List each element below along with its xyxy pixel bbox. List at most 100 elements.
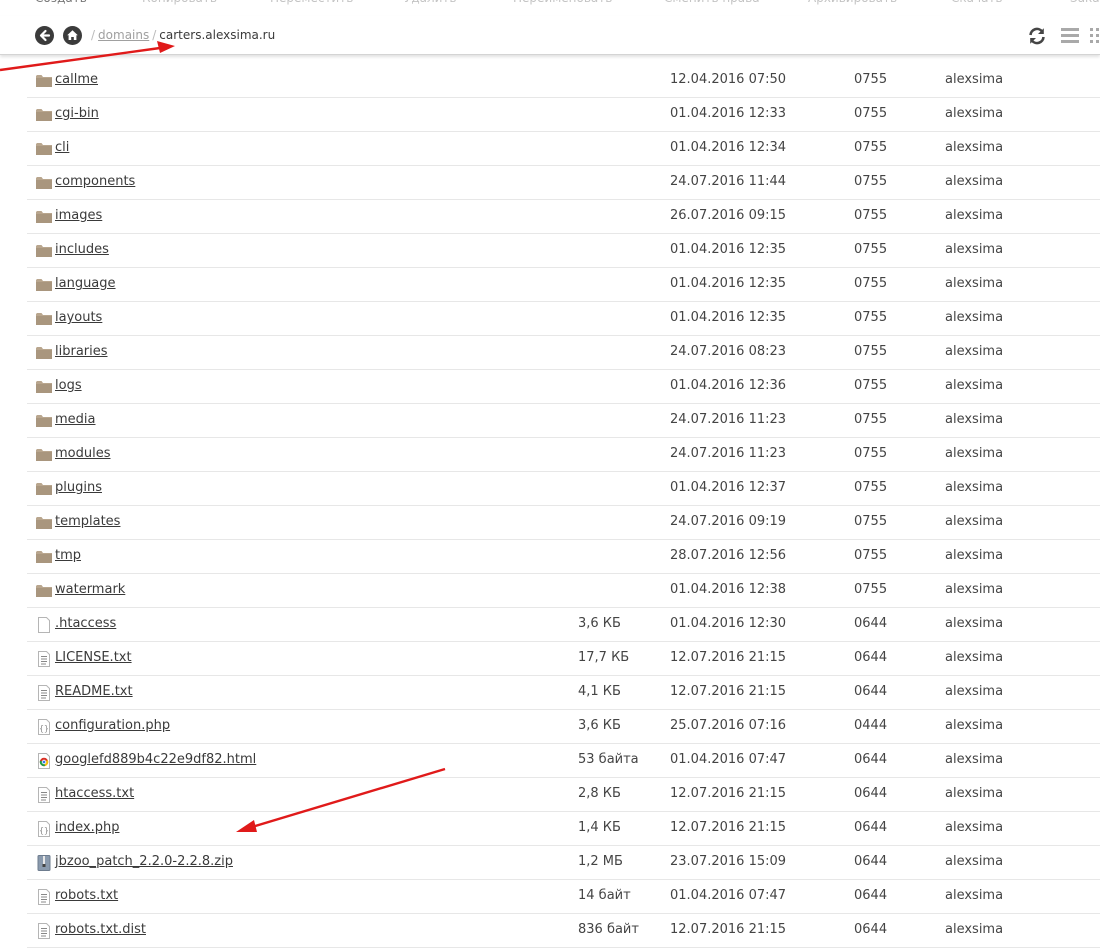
file-name-link[interactable]: watermark [55,582,125,597]
list-view-button[interactable] [1061,27,1081,49]
file-permissions: 0644 [854,616,888,631]
file-row[interactable]: googlefd889b4c22e9df82.html 53 байта 01.04… [27,744,1100,778]
file-name-link[interactable]: robots.txt.dist [55,922,146,937]
top-menu-item[interactable]: Создать [35,0,87,5]
refresh-button[interactable] [1027,26,1047,50]
file-name-link[interactable]: configuration.php [55,718,170,733]
file-name-link[interactable]: callme [55,72,98,87]
home-button[interactable] [63,26,82,45]
file-permissions: 0755 [854,140,888,155]
file-name-link[interactable]: jbzoo_patch_2.2.0-2.2.8.zip [55,854,233,869]
file-owner: alexsima [945,514,1004,529]
top-menu-item[interactable]: Удалить [404,0,457,5]
file-permissions: 0644 [854,786,888,801]
file-owner: alexsima [945,140,1004,155]
file-name-link[interactable]: googlefd889b4c22e9df82.html [55,752,256,767]
file-owner: alexsima [945,378,1004,393]
file-name-link[interactable]: robots.txt [55,888,118,903]
file-row[interactable]: cgi-bin 01.04.2016 12:33 0755 alexsima [27,98,1100,132]
top-menu-item[interactable]: Архивировать [808,0,897,5]
file-modified-date: 12.07.2016 21:15 [670,786,787,801]
text-file-icon [36,889,52,905]
top-menu-item[interactable]: Копировать [142,0,217,5]
file-row[interactable]: plugins 01.04.2016 12:37 0755 alexsima [27,472,1100,506]
file-row[interactable]: jbzoo_patch_2.2.0-2.2.8.zip 1,2 МБ 23.07.2… [27,846,1100,880]
file-owner: alexsima [945,208,1004,223]
code-file-icon: {} [36,719,52,735]
file-row[interactable]: modules 24.07.2016 11:23 0755 alexsima [27,438,1100,472]
file-name-link[interactable]: layouts [55,310,102,325]
file-modified-date: 28.07.2016 12:56 [670,548,787,563]
back-button[interactable] [35,26,54,45]
file-size: 2,8 КБ [578,786,621,801]
file-name-link[interactable]: LICENSE.txt [55,650,132,665]
file-row[interactable]: media 24.07.2016 11:23 0755 alexsima [27,404,1100,438]
file-name-link[interactable]: includes [55,242,109,257]
top-menu-item[interactable]: Переместить [270,0,353,5]
file-row[interactable]: robots.txt 14 байт 01.04.2016 07:47 0644 ale… [27,880,1100,914]
file-row[interactable]: cli 01.04.2016 12:34 0755 alexsima [27,132,1100,166]
file-owner: alexsima [945,106,1004,121]
top-menu-item[interactable]: Закачать [1070,0,1100,5]
file-name-link[interactable]: modules [55,446,111,461]
file-row[interactable]: htaccess.txt 2,8 КБ 12.07.2016 21:15 0644 al… [27,778,1100,812]
file-name-link[interactable]: htaccess.txt [55,786,134,801]
file-owner: alexsima [945,582,1004,597]
file-row[interactable]: images 26.07.2016 09:15 0755 alexsima [27,200,1100,234]
file-name-link[interactable]: images [55,208,102,223]
file-permissions: 0755 [854,344,888,359]
file-owner: alexsima [945,684,1004,699]
file-row[interactable]: layouts 01.04.2016 12:35 0755 alexsima [27,302,1100,336]
top-menu-item[interactable]: Переименовать [513,0,612,5]
file-name-link[interactable]: index.php [55,820,119,835]
file-owner: alexsima [945,854,1004,869]
file-row[interactable]: logs 01.04.2016 12:36 0755 alexsima [27,370,1100,404]
file-owner: alexsima [945,820,1004,835]
file-permissions: 0644 [854,888,888,903]
file-name-link[interactable]: components [55,174,135,189]
file-name-link[interactable]: tmp [55,548,81,563]
file-row[interactable]: callme 12.04.2016 07:50 0755 alexsima [27,64,1100,98]
top-menu-item[interactable]: Сменить права [664,0,760,5]
file-row[interactable]: tmp 28.07.2016 12:56 0755 alexsima [27,540,1100,574]
file-permissions: 0755 [854,514,888,529]
file-row[interactable]: language 01.04.2016 12:35 0755 alexsima [27,268,1100,302]
file-name-link[interactable]: cli [55,140,69,155]
file-name-link[interactable]: media [55,412,96,427]
file-name-link[interactable]: .htaccess [55,616,116,631]
file-name-link[interactable]: language [55,276,116,291]
file-row[interactable]: robots.txt.dist 836 байт 12.07.2016 21:15 0… [27,914,1100,948]
breadcrumb-link-domains[interactable]: domains [98,28,149,42]
file-modified-date: 01.04.2016 12:36 [670,378,787,393]
folder-icon [36,413,52,429]
file-permissions: 0644 [854,854,888,869]
file-owner: alexsima [945,344,1004,359]
file-modified-date: 26.07.2016 09:15 [670,208,787,223]
file-row[interactable]: libraries 24.07.2016 08:23 0755 alexsima [27,336,1100,370]
file-modified-date: 01.04.2016 12:35 [670,310,787,325]
file-name-link[interactable]: plugins [55,480,102,495]
file-row[interactable]: templates 24.07.2016 09:19 0755 alexsima [27,506,1100,540]
file-row[interactable]: README.txt 4,1 КБ 12.07.2016 21:15 0644 alex… [27,676,1100,710]
file-name-link[interactable]: logs [55,378,82,393]
file-size: 3,6 КБ [578,616,621,631]
folder-icon [36,277,52,293]
file-name-link[interactable]: README.txt [55,684,133,699]
file-owner: alexsima [945,718,1004,733]
file-row[interactable]: {} index.php 1,4 КБ 12.07.2016 21:15 0644 ale… [27,812,1100,846]
blank-file-icon [36,617,52,633]
file-modified-date: 01.04.2016 12:35 [670,242,787,257]
file-row[interactable]: watermark 01.04.2016 12:38 0755 alexsima [27,574,1100,608]
file-name-link[interactable]: templates [55,514,120,529]
top-menu-item[interactable]: Скачать [951,0,1003,5]
file-row[interactable]: .htaccess 3,6 КБ 01.04.2016 12:30 0644 alexs… [27,608,1100,642]
file-row[interactable]: components 24.07.2016 11:44 0755 alexsima [27,166,1100,200]
file-owner: alexsima [945,786,1004,801]
file-row[interactable]: LICENSE.txt 17,7 КБ 12.07.2016 21:15 0644 al… [27,642,1100,676]
file-row[interactable]: includes 01.04.2016 12:35 0755 alexsima [27,234,1100,268]
file-row[interactable]: {} configuration.php 3,6 КБ 25.07.2016 07:1… [27,710,1100,744]
file-owner: alexsima [945,276,1004,291]
file-name-link[interactable]: cgi-bin [55,106,99,121]
grid-view-button[interactable] [1089,27,1100,49]
file-name-link[interactable]: libraries [55,344,108,359]
